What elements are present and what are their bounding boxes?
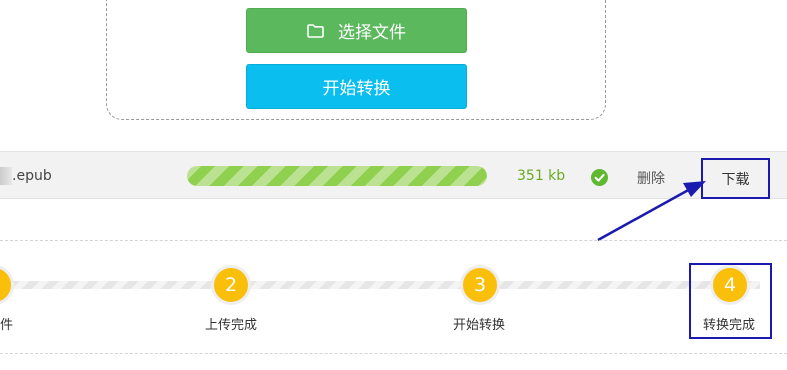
start-convert-label: 开始转换 xyxy=(322,79,391,99)
step-2-circle: 2 xyxy=(211,265,251,305)
download-button[interactable]: 下载 xyxy=(701,158,770,199)
divider-top xyxy=(0,240,787,241)
step-1-label: 件 xyxy=(0,318,14,333)
step-2-label: 上传完成 xyxy=(205,318,258,333)
folder-icon xyxy=(307,23,324,38)
delete-button[interactable]: 删除 xyxy=(637,168,665,188)
start-convert-button[interactable]: 开始转换 xyxy=(246,64,467,109)
upload-progress-fill xyxy=(187,166,487,186)
download-label: 下载 xyxy=(721,171,750,188)
divider-bottom xyxy=(0,353,787,354)
select-file-label: 选择文件 xyxy=(338,23,406,43)
upload-progress-bar xyxy=(187,166,487,186)
file-name-blur xyxy=(0,167,12,185)
step-1-circle: 1 xyxy=(0,265,14,305)
step-3-circle: 3 xyxy=(460,265,500,305)
annotation-box-step-4 xyxy=(689,263,772,339)
check-circle-icon xyxy=(591,169,608,186)
file-name: .epub xyxy=(12,168,52,184)
select-file-button[interactable]: 选择文件 xyxy=(246,8,467,53)
step-3-label: 开始转换 xyxy=(453,318,506,333)
step-track xyxy=(0,281,760,289)
file-size: 351 kb xyxy=(517,168,566,184)
